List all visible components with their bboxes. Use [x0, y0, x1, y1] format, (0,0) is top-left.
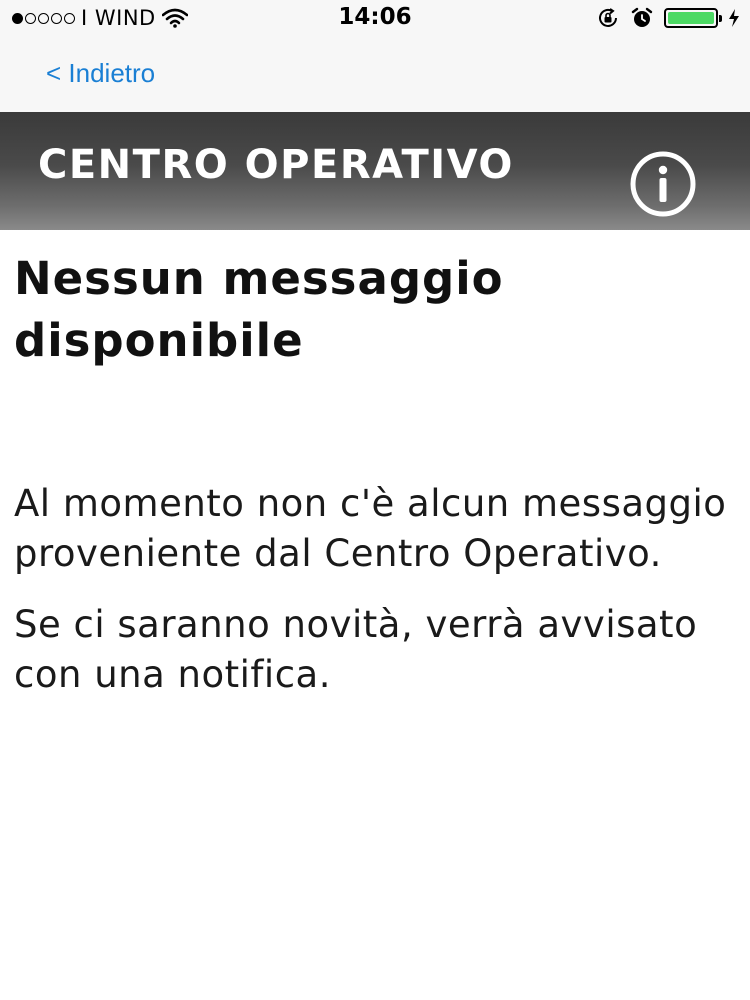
- battery-level: [668, 12, 714, 24]
- empty-state-description: Al momento non c'è alcun messaggio prove…: [14, 482, 727, 575]
- empty-state-heading: Nessun messaggio disponibile: [14, 252, 504, 367]
- battery-icon: [664, 8, 722, 28]
- back-button[interactable]: < Indietro: [46, 58, 155, 89]
- status-bar: I WIND 14:06: [0, 0, 750, 36]
- info-icon[interactable]: [629, 150, 697, 218]
- orientation-lock-icon: [599, 8, 617, 27]
- charging-bolt-icon: [729, 9, 739, 27]
- page-title: CENTRO OPERATIVO: [38, 142, 514, 188]
- message-content: Nessun messaggio disponibile Al momento …: [14, 248, 734, 700]
- status-right: [596, 6, 740, 30]
- notification-hint: Se ci saranno novità, verrà avvisato con…: [14, 603, 698, 696]
- header-band: CENTRO OPERATIVO: [0, 112, 750, 230]
- nav-bar: < Indietro: [0, 36, 750, 112]
- top-chrome: I WIND 14:06 < Indietro: [0, 0, 750, 112]
- alarm-icon: [631, 7, 653, 27]
